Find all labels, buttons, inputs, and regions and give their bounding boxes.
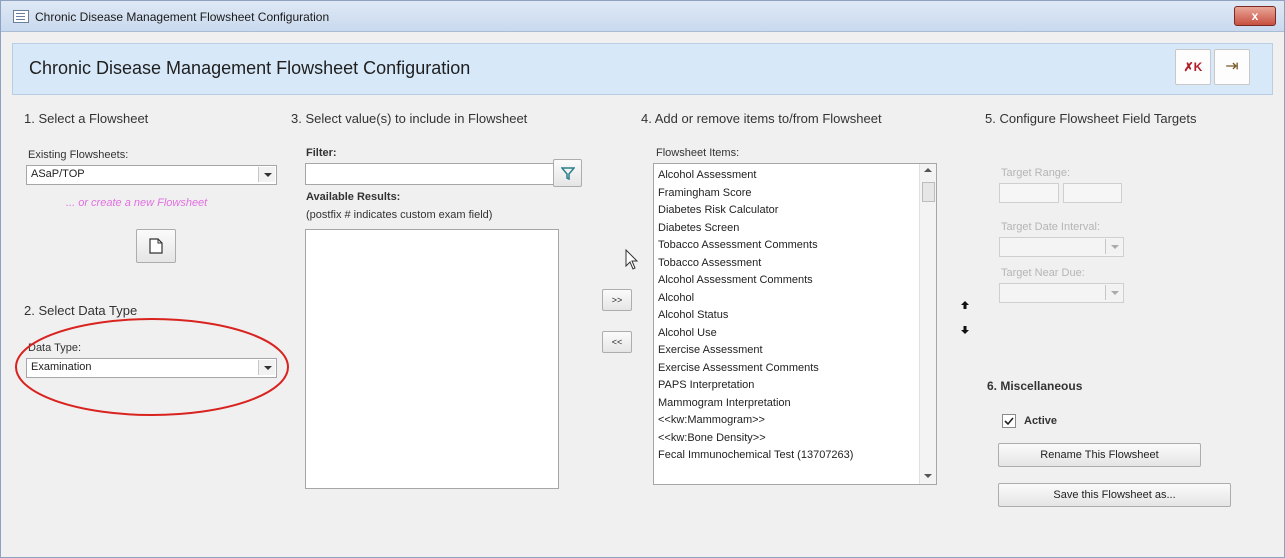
available-results-label: Available Results: xyxy=(306,191,401,203)
flowsheet-list-item[interactable]: Alcohol xyxy=(654,290,936,308)
target-date-interval-select[interactable] xyxy=(999,237,1124,257)
flowsheet-list-item[interactable]: PAPS Interpretation xyxy=(654,377,936,395)
move-down-button[interactable] xyxy=(960,325,970,335)
flowsheet-list-item[interactable]: Tobacco Assessment xyxy=(654,255,936,273)
target-date-interval-label: Target Date Interval: xyxy=(1001,221,1101,233)
flowsheet-list-item[interactable]: <<kw:Bone Density>> xyxy=(654,430,936,448)
flowsheet-list-item[interactable]: Tobacco Assessment Comments xyxy=(654,237,936,255)
new-document-icon xyxy=(149,238,163,254)
scroll-down-icon[interactable] xyxy=(924,474,932,478)
highlight-ellipse xyxy=(15,318,289,416)
chevron-down-icon[interactable] xyxy=(1105,285,1122,300)
chevron-down-icon[interactable] xyxy=(1105,239,1122,254)
filter-input[interactable] xyxy=(305,163,559,185)
new-flowsheet-button[interactable] xyxy=(136,229,176,263)
flowsheet-list-item[interactable]: Alcohol Assessment xyxy=(654,167,936,185)
app-window: Chronic Disease Management Flowsheet Con… xyxy=(0,0,1285,558)
existing-flowsheets-label: Existing Flowsheets: xyxy=(28,149,129,161)
create-flowsheet-link[interactable]: ... or create a new Flowsheet xyxy=(66,197,207,209)
flowsheet-list-item[interactable]: Alcohol Status xyxy=(654,307,936,325)
list-scrollbar[interactable] xyxy=(919,164,936,484)
target-near-due-label: Target Near Due: xyxy=(1001,267,1085,279)
close-button[interactable]: x xyxy=(1234,6,1276,26)
target-range-label: Target Range: xyxy=(1001,167,1071,179)
title-bar: Chronic Disease Management Flowsheet Con… xyxy=(1,1,1284,32)
active-label: Active xyxy=(1024,415,1058,427)
section-3-title: 3. Select value(s) to include in Flowshe… xyxy=(291,111,528,126)
rename-flowsheet-button[interactable]: Rename This Flowsheet xyxy=(998,443,1201,467)
main-panel: 1. Select a Flowsheet Existing Flowsheet… xyxy=(12,97,1271,551)
existing-flowsheets-value: ASaP/TOP xyxy=(31,168,85,180)
filter-icon xyxy=(559,167,576,181)
flowsheet-list-item[interactable]: Mammogram Interpretation xyxy=(654,395,936,413)
window-icon xyxy=(13,10,29,23)
target-range-max-input[interactable] xyxy=(1063,183,1122,203)
exit-button[interactable]: ⇥ xyxy=(1214,49,1250,85)
section-6-title: 6. Miscellaneous xyxy=(987,379,1083,393)
section-1-title: 1. Select a Flowsheet xyxy=(24,111,149,126)
filter-button[interactable] xyxy=(553,159,582,187)
scroll-up-icon[interactable] xyxy=(924,168,932,172)
section-4-title: 4. Add or remove items to/from Flowsheet xyxy=(641,111,882,126)
exit-icon: ⇥ xyxy=(1225,58,1239,75)
target-near-due-select[interactable] xyxy=(999,283,1124,303)
delete-icon: ✗K xyxy=(1183,60,1203,74)
window-title: Chronic Disease Management Flowsheet Con… xyxy=(35,10,330,24)
page-header: Chronic Disease Management Flowsheet Con… xyxy=(12,43,1273,95)
scroll-thumb[interactable] xyxy=(922,182,935,202)
flowsheet-list-item[interactable]: Diabetes Screen xyxy=(654,220,936,238)
flowsheet-list-item[interactable]: <<kw:Mammogram>> xyxy=(654,412,936,430)
checkmark-icon xyxy=(1004,417,1014,426)
arrow-up-icon xyxy=(961,301,969,309)
delete-flowsheet-button[interactable]: ✗K xyxy=(1175,49,1211,85)
flowsheet-list-item[interactable]: Alcohol Use xyxy=(654,325,936,343)
existing-flowsheets-select[interactable]: ASaP/TOP xyxy=(26,165,277,185)
flowsheet-items-list[interactable]: Alcohol Assessment Framingham Score Diabet… xyxy=(653,163,937,485)
filter-label: Filter: xyxy=(306,147,337,159)
flowsheet-items-container: Alcohol Assessment Framingham Score Diabet… xyxy=(654,164,936,465)
flowsheet-list-item[interactable]: Exercise Assessment Comments xyxy=(654,360,936,378)
add-item-button[interactable]: >> xyxy=(602,289,632,311)
active-checkbox[interactable] xyxy=(1002,414,1016,428)
available-results-list[interactable] xyxy=(305,229,559,489)
arrow-down-icon xyxy=(961,326,969,334)
chevron-down-icon[interactable] xyxy=(258,167,275,182)
flowsheet-list-item[interactable]: Diabetes Risk Calculator xyxy=(654,202,936,220)
available-results-note: (postfix # indicates custom exam field) xyxy=(306,209,493,221)
flowsheet-list-item[interactable]: Alcohol Assessment Comments xyxy=(654,272,936,290)
flowsheet-items-label: Flowsheet Items: xyxy=(656,147,740,159)
mouse-cursor-icon xyxy=(625,249,639,270)
flowsheet-list-item[interactable]: Framingham Score xyxy=(654,185,936,203)
flowsheet-list-item[interactable]: Fecal Immunochemical Test (13707263) xyxy=(654,447,936,465)
page-title: Chronic Disease Management Flowsheet Con… xyxy=(29,58,471,78)
move-up-button[interactable] xyxy=(960,300,970,310)
target-range-min-input[interactable] xyxy=(999,183,1059,203)
save-flowsheet-as-button[interactable]: Save this Flowsheet as... xyxy=(998,483,1231,507)
remove-item-button[interactable]: << xyxy=(602,331,632,353)
flowsheet-list-item[interactable]: Exercise Assessment xyxy=(654,342,936,360)
section-5-title: 5. Configure Flowsheet Field Targets xyxy=(985,111,1197,126)
